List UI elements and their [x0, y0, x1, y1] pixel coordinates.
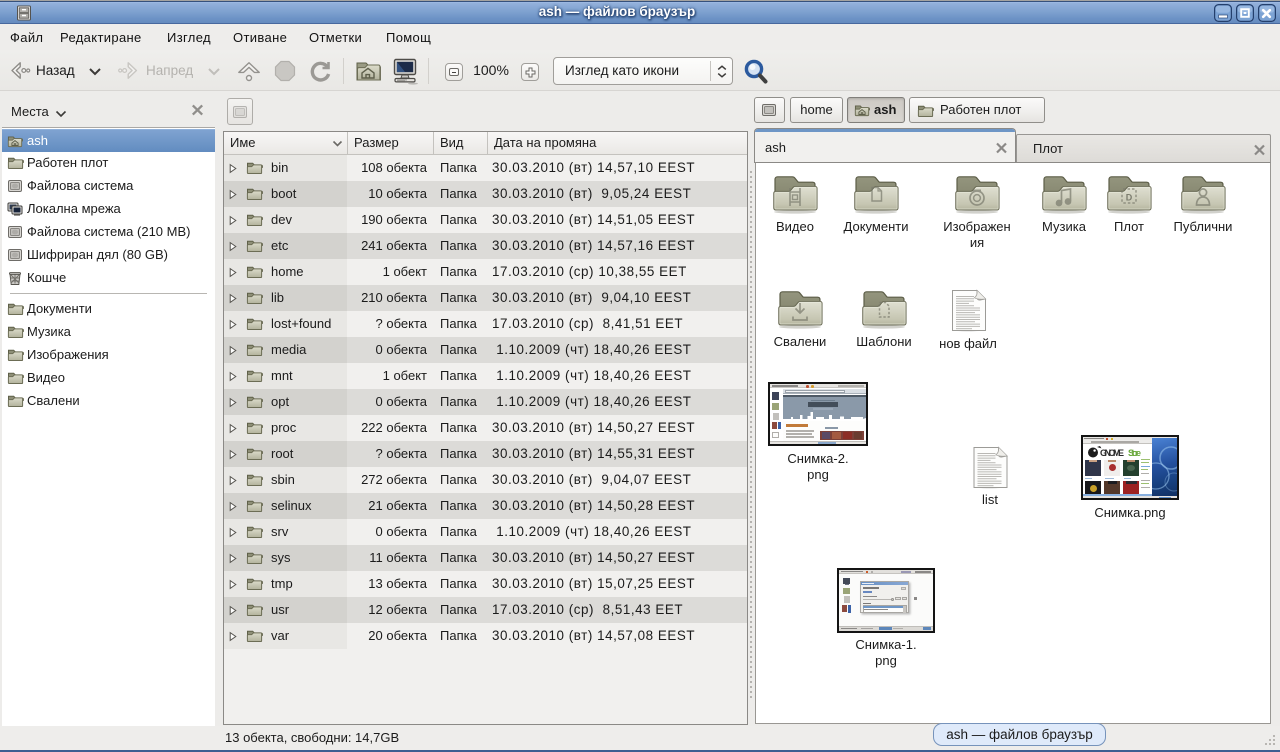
svg-text:D: D: [1126, 193, 1133, 203]
svg-text:Store: Store: [1128, 448, 1141, 458]
svg-text:GNOME: GNOME: [1100, 448, 1124, 458]
